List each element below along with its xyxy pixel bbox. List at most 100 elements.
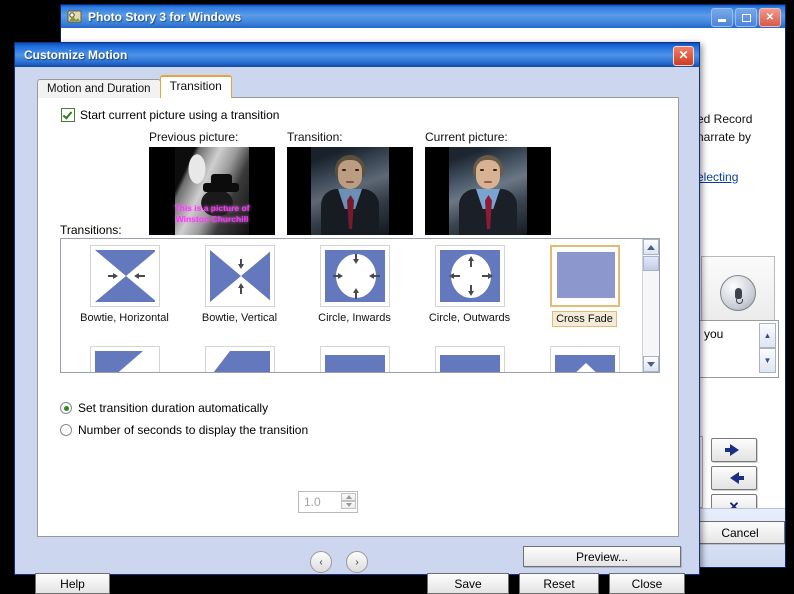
photo-story-icon: [67, 9, 82, 24]
transition-thumb: [89, 346, 160, 372]
cancel-button[interactable]: Cancel: [695, 521, 785, 544]
auto-duration-radio-row[interactable]: Set transition duration automatically: [60, 401, 268, 415]
transition-name: Circle, Outwards: [428, 312, 511, 324]
transition-item-bowtie-horizontal[interactable]: Bowtie, Horizontal: [67, 245, 182, 338]
diagonal-1-icon: [94, 351, 155, 372]
peak-1-icon: [554, 351, 615, 372]
transition-item-bar-2[interactable]: [412, 346, 527, 372]
minimize-button[interactable]: [711, 8, 733, 27]
transition-item-circle-outwards[interactable]: Circle, Outwards: [412, 245, 527, 338]
move-left-button[interactable]: [711, 466, 757, 490]
transition-item-diagonal-2[interactable]: [182, 346, 297, 372]
narration-box: you ▲ ▼: [697, 320, 779, 378]
scroll-down-button[interactable]: [643, 356, 659, 372]
auto-duration-radio[interactable]: [60, 402, 72, 414]
preview-current-thumbnail: [425, 147, 551, 235]
transitions-row-2: [67, 346, 643, 372]
circle-outwards-icon: [439, 250, 500, 302]
transition-item-diagonal-1[interactable]: [67, 346, 182, 372]
transition-tab-panel: Start current picture using a transition…: [37, 97, 679, 537]
chevron-left-icon: ‹: [319, 556, 323, 568]
transition-thumb: [89, 245, 160, 307]
move-right-button[interactable]: [711, 438, 757, 462]
narration-value: you: [704, 327, 724, 341]
manual-duration-radio[interactable]: [60, 424, 72, 436]
diagonal-2-icon: [209, 351, 270, 372]
chevron-right-icon: ›: [355, 556, 359, 568]
transition-item-peak-1[interactable]: [527, 346, 642, 372]
transition-thumb: [434, 346, 505, 372]
transition-item-cross-fade[interactable]: Cross Fade: [527, 245, 642, 338]
dialog-title: Customize Motion: [24, 48, 128, 62]
chevron-down-icon: [345, 503, 352, 507]
transitions-list[interactable]: Bowtie, Horizontal Bowtie, Vertical Circ…: [60, 238, 660, 373]
preview-current: Current picture:: [425, 130, 551, 235]
nav-previous-button[interactable]: ‹: [310, 551, 332, 573]
transition-thumb: [549, 346, 620, 372]
transition-name: Bowtie, Horizontal: [80, 312, 169, 324]
manual-duration-label: Number of seconds to display the transit…: [78, 423, 309, 437]
chevron-up-icon: [647, 244, 655, 250]
transition-item-circle-inwards[interactable]: Circle, Inwards: [297, 245, 412, 338]
dialog-close-button[interactable]: ✕: [673, 46, 694, 66]
portrait-image: [449, 147, 527, 235]
seconds-spin-down[interactable]: [341, 501, 356, 509]
customize-motion-dialog: Customize Motion ✕ Motion and Duration T…: [14, 42, 700, 594]
tab-motion-and-duration[interactable]: Motion and Duration: [37, 79, 161, 98]
window-controls: ✕: [711, 8, 781, 27]
preview-previous-thumbnail: This is a picture of Winston Churchill: [149, 147, 275, 235]
scroll-up-button[interactable]: [643, 239, 659, 255]
close-window-button[interactable]: ✕: [759, 8, 781, 27]
app-titlebar: Photo Story 3 for Windows ✕: [61, 5, 785, 28]
preview-button[interactable]: Preview...: [523, 546, 681, 567]
bowtie-vertical-icon: [209, 250, 270, 302]
transition-thumb: [204, 346, 275, 372]
seconds-spin-buttons[interactable]: [341, 493, 356, 509]
dialog-titlebar: Customize Motion ✕: [15, 43, 699, 67]
bar-1-icon: [324, 351, 385, 372]
transition-thumb: [319, 245, 390, 307]
reset-button[interactable]: Reset: [519, 573, 599, 594]
selecting-link[interactable]: electing: [697, 170, 738, 184]
transition-item-bowtie-vertical[interactable]: Bowtie, Vertical: [182, 245, 297, 338]
transitions-grid: Bowtie, Horizontal Bowtie, Vertical Circ…: [61, 239, 643, 372]
transition-name: Cross Fade: [552, 311, 617, 327]
arrow-right-icon: [724, 444, 739, 456]
preview-overlay-text: This is a picture of Winston Churchill: [174, 203, 250, 224]
narration-text-1: ed Record: [697, 112, 753, 126]
preview-transition: Transition:: [287, 130, 413, 235]
help-button[interactable]: Help: [35, 573, 110, 594]
bowtie-horizontal-icon: [94, 250, 155, 302]
microphone-icon[interactable]: [720, 275, 756, 311]
tab-strip: Motion and Duration Transition: [37, 75, 232, 98]
narration-spin-up[interactable]: ▲: [759, 323, 776, 348]
scrollbar-thumb[interactable]: [643, 256, 659, 271]
save-button[interactable]: Save: [427, 573, 509, 594]
nav-next-button[interactable]: ›: [346, 551, 368, 573]
transitions-scrollbar[interactable]: [642, 239, 659, 372]
maximize-button[interactable]: [735, 8, 757, 27]
auto-duration-label: Set transition duration automatically: [78, 401, 269, 415]
narration-spin-down[interactable]: ▼: [759, 348, 776, 373]
preview-transition-thumbnail: [287, 147, 413, 235]
transition-name: Bowtie, Vertical: [201, 312, 278, 324]
transition-thumb: [434, 245, 505, 307]
narration-text-2: narrate by: [697, 130, 752, 144]
narration-spinner[interactable]: ▲ ▼: [759, 323, 776, 373]
start-transition-checkbox[interactable]: [61, 108, 75, 122]
bar-2-icon: [439, 351, 500, 372]
transition-item-bar-1[interactable]: [297, 346, 412, 372]
microphone-panel: [701, 256, 775, 330]
tab-transition[interactable]: Transition: [159, 75, 232, 98]
transition-thumb: [204, 245, 275, 307]
transition-thumb: [319, 346, 390, 372]
app-title: Photo Story 3 for Windows: [88, 9, 242, 24]
preview-current-caption: Current picture:: [425, 130, 508, 144]
start-transition-checkbox-row[interactable]: Start current picture using a transition: [61, 108, 279, 122]
preview-transition-caption: Transition:: [287, 130, 343, 144]
seconds-spin-up[interactable]: [341, 493, 356, 501]
seconds-stepper[interactable]: 1.0: [298, 491, 358, 513]
close-button[interactable]: Close: [609, 573, 685, 594]
chevron-up-icon: [345, 495, 352, 499]
manual-duration-radio-row[interactable]: Number of seconds to display the transit…: [60, 423, 308, 437]
